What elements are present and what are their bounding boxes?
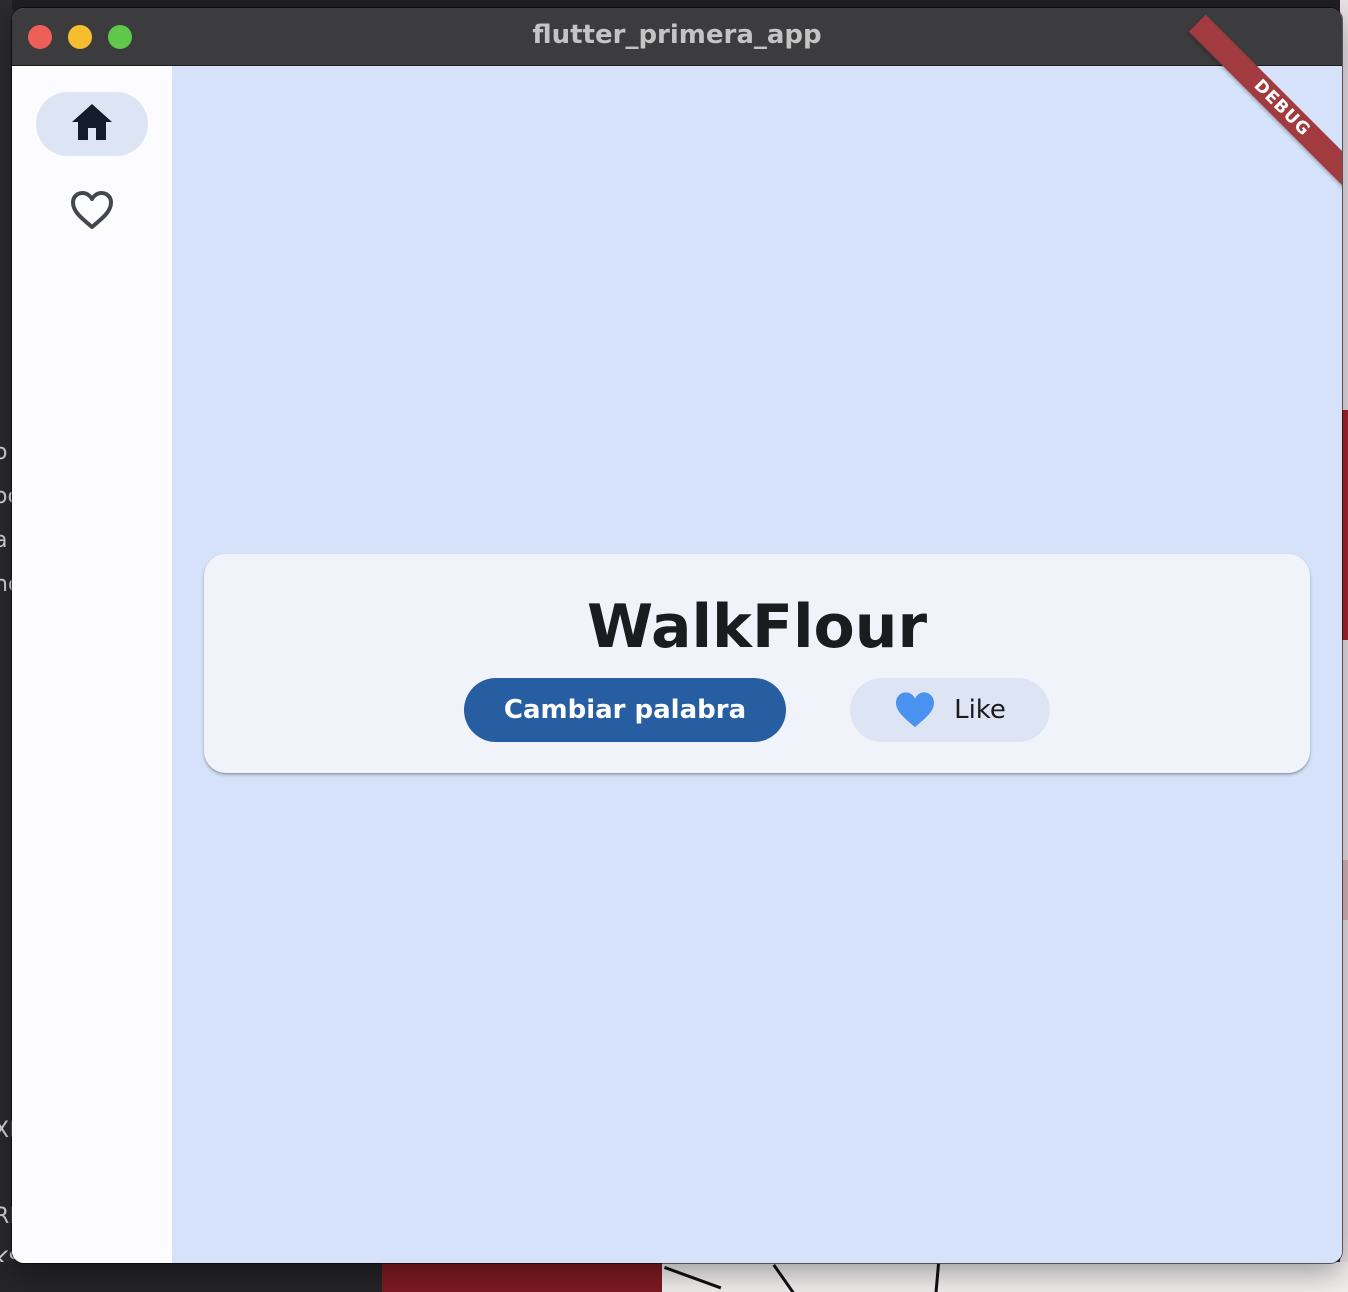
change-word-button[interactable]: Cambiar palabra — [464, 678, 786, 742]
title-bar[interactable]: flutter_primera_app — [12, 8, 1342, 66]
desktop-right-strip — [1342, 860, 1348, 920]
nav-home-item[interactable] — [36, 92, 148, 156]
desktop-right-strip — [1342, 410, 1348, 640]
like-button[interactable]: Like — [850, 678, 1050, 742]
like-label: Like — [954, 695, 1006, 725]
word-card: WalkFlour Cambiar palabra Like — [204, 554, 1310, 773]
app-window: flutter_primera_app WalkFlour Cambiar pa… — [12, 8, 1342, 1263]
nav-favorites-item[interactable] — [36, 180, 148, 244]
main-content: WalkFlour Cambiar palabra Like DEBUG — [172, 14, 1342, 1263]
desktop-text-fragment: a — [0, 528, 8, 553]
home-icon — [71, 103, 113, 145]
desktop-bottom-strip — [662, 1262, 1348, 1292]
desktop-text-fragment: o — [0, 440, 8, 465]
current-word: WalkFlour — [586, 592, 928, 662]
change-word-label: Cambiar palabra — [503, 695, 747, 725]
heart-filled-icon — [894, 691, 936, 729]
desktop-left-strip: o oc a no XF RI KS — [0, 0, 22, 1292]
heart-outline-icon — [70, 190, 114, 234]
navigation-rail — [12, 66, 172, 1263]
desktop-bottom-strip — [382, 1262, 662, 1292]
window-title: flutter_primera_app — [532, 20, 822, 50]
